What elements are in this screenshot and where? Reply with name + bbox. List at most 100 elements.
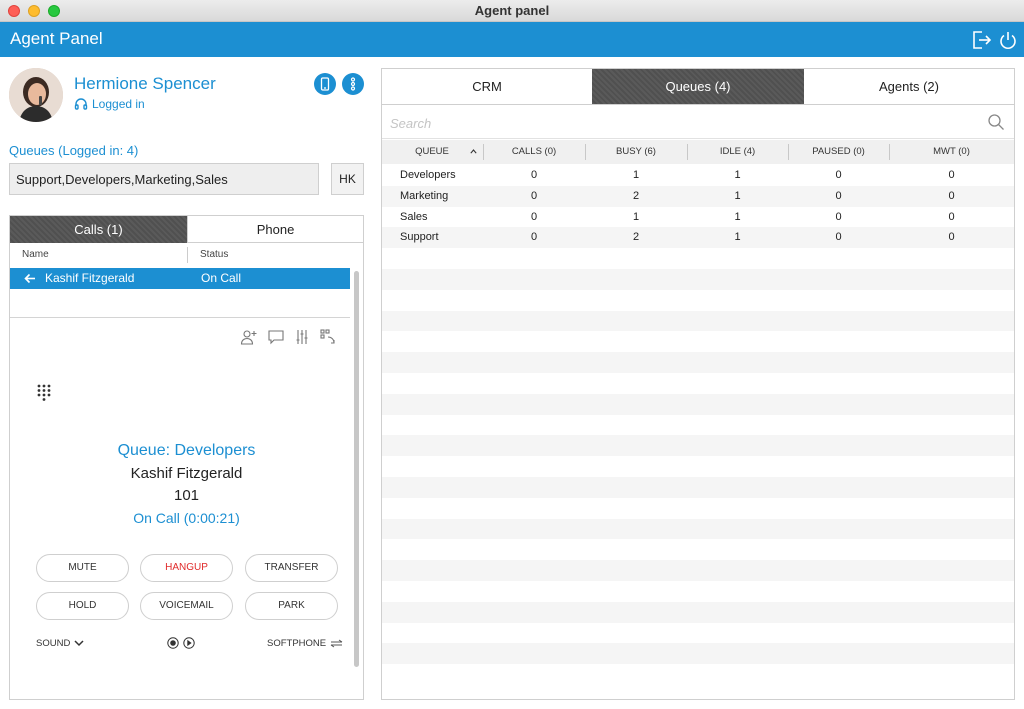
park-button[interactable]: PARK: [245, 592, 338, 620]
table-cell: 1: [632, 169, 640, 181]
column-header-paused[interactable]: PAUSED (0): [788, 140, 889, 164]
table-cell: 0: [530, 231, 538, 244]
queues-table-header: QUEUE CALLS (0) BUSY (6) IDLE (4) PAUSED…: [382, 140, 1014, 164]
table-row: [382, 310, 1014, 332]
table-row: [382, 539, 1014, 560]
hk-button[interactable]: HK: [331, 163, 364, 195]
column-header-queue-label: QUEUE: [415, 146, 449, 157]
queues-table-body: Developers 0 1 1 0 0 Marketing 0 2 1 0 0 Sales 0 1 1 0 0 S…: [382, 165, 1014, 685]
dial-transfer-icon[interactable]: [319, 328, 337, 346]
queue-name-cell: Sales: [400, 210, 428, 223]
table-cell: 0: [948, 210, 955, 223]
queue-name-cell: Developers: [400, 169, 456, 181]
sort-ascending-icon[interactable]: [470, 149, 477, 154]
table-row: [382, 643, 1014, 665]
hold-button[interactable]: HOLD: [36, 592, 129, 620]
call-row-name: Kashif Fitzgerald: [45, 271, 135, 285]
power-icon[interactable]: [997, 29, 1019, 51]
softphone-toggle[interactable]: SOFTPHONE: [267, 638, 343, 649]
add-contact-icon[interactable]: [240, 328, 258, 346]
record-icon[interactable]: [167, 637, 179, 649]
incoming-arrow-icon: [24, 273, 35, 284]
transfer-button[interactable]: TRANSFER: [245, 554, 338, 582]
caller-name: Kashif Fitzgerald: [130, 465, 243, 482]
table-cell: 2: [632, 189, 640, 202]
equalizer-icon[interactable]: [293, 328, 311, 346]
table-cell: 1: [734, 231, 741, 244]
agent-name: Hermione Spencer: [74, 74, 216, 93]
mobile-phone-icon: [320, 77, 330, 91]
table-row: [382, 498, 1014, 519]
call-state: On Call (0:00:21): [133, 510, 240, 526]
table-row: [382, 331, 1014, 352]
call-row-status: On Call: [201, 271, 242, 285]
table-row: [382, 435, 1014, 457]
divider: [10, 317, 350, 318]
dialpad-icon[interactable]: [37, 384, 51, 402]
search-bar: [382, 104, 1014, 139]
table-cell: 0: [530, 210, 538, 223]
table-cell: 0: [948, 189, 955, 202]
record-controls: [167, 637, 195, 649]
app-header: Agent Panel: [0, 22, 1024, 57]
exit-icon[interactable]: [970, 29, 992, 51]
sound-label: SOUND: [36, 638, 71, 649]
window-titlebar: Agent panel: [0, 0, 1024, 22]
table-row[interactable]: Marketing 0 2 1 0 0: [382, 185, 1014, 207]
table-cell: 1: [734, 189, 741, 202]
table-cell: 0: [835, 231, 842, 244]
table-row[interactable]: Support 0 2 1 0 0: [382, 227, 1014, 249]
column-header-status[interactable]: Status: [200, 249, 228, 260]
column-header-queue[interactable]: QUEUE: [382, 140, 482, 164]
chat-icon[interactable]: [267, 328, 285, 346]
more-options-button[interactable]: [342, 73, 364, 95]
minimize-window-button[interactable]: [28, 5, 40, 17]
table-cell: 1: [734, 169, 741, 181]
search-icon[interactable]: [987, 113, 1005, 131]
table-cell: 0: [530, 169, 538, 181]
table-row: [382, 290, 1014, 311]
table-row: [382, 415, 1014, 436]
search-input[interactable]: [390, 113, 970, 133]
table-row: [382, 352, 1014, 373]
play-icon[interactable]: [183, 637, 195, 649]
tab-agents[interactable]: Agents (2): [804, 69, 1014, 104]
mobile-button[interactable]: [314, 73, 336, 95]
swap-arrows-icon: [330, 639, 343, 648]
column-header-calls[interactable]: CALLS (0): [483, 140, 585, 164]
voicemail-button[interactable]: VOICEMAIL: [140, 592, 233, 620]
login-status-text: Logged in: [92, 97, 145, 111]
zoom-window-button[interactable]: [48, 5, 60, 17]
table-row: [382, 456, 1014, 477]
table-row[interactable]: Sales 0 1 1 0 0: [382, 207, 1014, 228]
hangup-button[interactable]: HANGUP: [140, 554, 233, 582]
avatar: [9, 68, 63, 122]
queues-label: Queues (Logged in: 4): [9, 143, 139, 158]
tab-crm[interactable]: CRM: [382, 69, 592, 104]
column-header-busy[interactable]: BUSY (6): [585, 140, 687, 164]
sound-dropdown[interactable]: SOUND: [36, 638, 84, 649]
column-header-idle[interactable]: IDLE (4): [687, 140, 788, 164]
table-row: [382, 248, 1014, 269]
window-title: Agent panel: [474, 3, 550, 18]
column-header-name[interactable]: Name: [22, 249, 49, 260]
softphone-label: SOFTPHONE: [267, 638, 327, 649]
close-window-button[interactable]: [8, 5, 20, 17]
table-row[interactable]: Developers 0 1 1 0 0: [382, 165, 1014, 186]
tab-phone[interactable]: Phone: [187, 216, 363, 243]
queues-field[interactable]: Support,Developers,Marketing,Sales: [9, 163, 319, 195]
left-tabs: Calls (1) Phone: [10, 216, 363, 243]
call-row[interactable]: Kashif Fitzgerald On Call: [10, 268, 350, 289]
table-row: [382, 560, 1014, 581]
table-cell: 1: [734, 210, 741, 223]
queue-name-cell: Marketing: [400, 189, 449, 202]
column-header-mwt[interactable]: MWT (0): [889, 140, 1014, 164]
mute-button[interactable]: MUTE: [36, 554, 129, 582]
tab-calls[interactable]: Calls (1): [10, 216, 187, 243]
table-row: [382, 518, 1014, 540]
table-row: [382, 268, 1014, 290]
table-cell: 0: [835, 169, 842, 181]
table-row: [382, 664, 1014, 685]
table-cell: 0: [948, 169, 955, 181]
tab-queues[interactable]: Queues (4): [592, 69, 804, 104]
